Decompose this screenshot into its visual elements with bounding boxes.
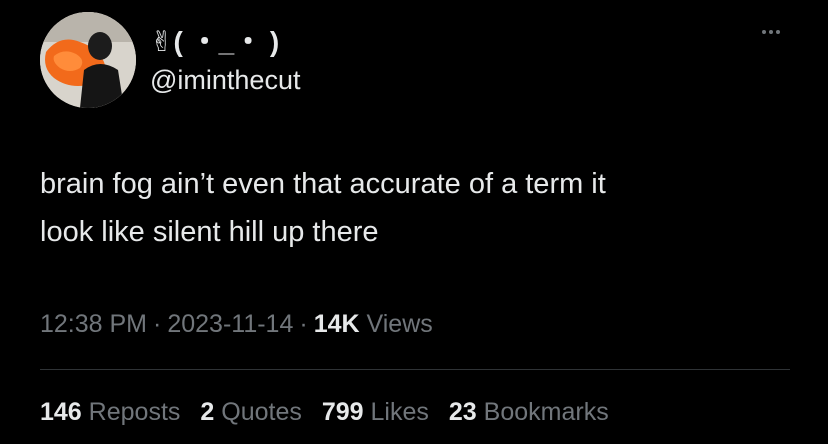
meta-separator: ·: [299, 310, 308, 338]
likes-count: 799: [321, 398, 364, 426]
meta-separator: ·: [153, 310, 162, 338]
quotes-label: Quotes: [221, 398, 302, 426]
more-options-button[interactable]: [754, 20, 788, 44]
engagement-stats: 146 Reposts 2 Quotes 799 Likes 23 Bookma…: [40, 394, 609, 430]
reposts-stat[interactable]: 146 Reposts: [40, 394, 180, 430]
avatar[interactable]: [40, 12, 136, 108]
tweet-text: brain fog ain’t even that accurate of a …: [40, 160, 800, 256]
bookmarks-stat[interactable]: 23 Bookmarks: [449, 394, 609, 430]
bookmarks-count: 23: [448, 398, 477, 426]
divider: [40, 369, 790, 370]
likes-label: Likes: [370, 398, 429, 426]
reposts-label: Reposts: [88, 398, 181, 426]
author-handle[interactable]: @iminthecut: [150, 64, 300, 96]
views-label[interactable]: Views: [367, 310, 433, 338]
tweet-text-line: look like silent hill up there: [40, 216, 379, 248]
tweet-meta: 12:38 PM · 2023-11-14 · 14K Views: [40, 306, 433, 342]
avatar-image: [40, 12, 136, 108]
quotes-count: 2: [200, 398, 215, 426]
tweet-date[interactable]: 2023-11-14: [167, 310, 293, 338]
views-count[interactable]: 14K: [314, 310, 360, 338]
likes-stat[interactable]: 799 Likes: [322, 394, 429, 430]
reposts-count: 146: [40, 398, 82, 426]
quotes-stat[interactable]: 2 Quotes: [200, 394, 301, 430]
tweet-time[interactable]: 12:38 PM: [40, 310, 147, 338]
author-display-name[interactable]: ✌( ・_・ ): [150, 26, 279, 58]
tweet-text-line: brain fog ain’t even that accurate of a …: [40, 168, 606, 200]
bookmarks-label: Bookmarks: [483, 398, 609, 426]
